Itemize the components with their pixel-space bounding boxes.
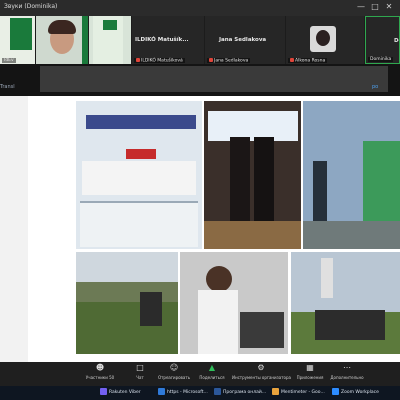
share-toolbar xyxy=(40,66,388,92)
viber-icon xyxy=(100,388,107,395)
pavement xyxy=(303,221,400,249)
participant-name: Jana Sedlakova xyxy=(207,57,251,63)
participant-display-name: Jana Sedlakova xyxy=(219,37,267,43)
participant-name: Alkona Rosna xyxy=(288,57,328,63)
more-icon: ⋯ xyxy=(343,363,351,372)
share-right-label: po xyxy=(372,84,379,90)
hair-shape xyxy=(48,20,76,34)
booth-sign xyxy=(86,115,196,129)
share-icon: ▲ xyxy=(208,363,216,372)
react-icon: ☺ xyxy=(169,363,179,372)
red-sign xyxy=(126,149,156,159)
green-rollup xyxy=(363,141,400,231)
participant-name: Dominika xyxy=(368,57,394,62)
minimize-button[interactable]: — xyxy=(356,2,366,12)
water-tower xyxy=(321,258,333,298)
green-logo xyxy=(103,20,117,30)
participant-display-name: Do xyxy=(394,38,399,44)
floor xyxy=(204,221,301,249)
participant-tile-dominika[interactable]: Do Dominika xyxy=(365,16,400,64)
participant-name: IdEv xyxy=(2,58,16,63)
zoom-icon xyxy=(332,388,339,395)
moss xyxy=(76,302,178,354)
taskbar-item-zoom[interactable]: Zoom Workplace xyxy=(332,387,379,399)
participants-icon: ☻ xyxy=(95,363,105,372)
lab-coat xyxy=(198,290,238,354)
participant-tile[interactable] xyxy=(89,16,131,64)
participant-tile-jana[interactable]: Jana Sedlakova Jana Sedlakova xyxy=(205,16,285,64)
taskbar-item-word[interactable]: Програма онлай... xyxy=(214,387,266,399)
photo-outdoor-stand xyxy=(303,101,400,249)
sky xyxy=(76,252,178,282)
booth-table xyxy=(80,201,198,247)
close-button[interactable]: ✕ xyxy=(384,2,394,12)
green-banner xyxy=(82,16,88,64)
participant-tile-ildiko[interactable]: ILDIKÓ Matušík... ILDIKÓ Matušíková xyxy=(132,16,204,64)
participant-name: ILDIKÓ Matušíková xyxy=(134,57,185,63)
chat-icon: □ xyxy=(136,363,144,372)
taskbar-item-browser[interactable]: https - Microsoft... xyxy=(158,387,208,399)
green-banner xyxy=(10,18,32,50)
backdrop-sign xyxy=(208,111,298,141)
react-button[interactable]: ☺ Отреагировать xyxy=(154,364,194,384)
participant-display-name: ILDIKÓ Matušík... xyxy=(135,37,189,43)
person-kneeling xyxy=(140,292,162,326)
maximize-button[interactable]: □ xyxy=(370,2,380,12)
participant-tile[interactable] xyxy=(36,16,88,64)
photo-lab-student xyxy=(180,252,288,354)
translate-label[interactable]: Transl xyxy=(0,84,28,94)
apps-icon: ▦ xyxy=(306,363,314,372)
person-man xyxy=(313,161,327,221)
share-button[interactable]: ▲ Поделиться xyxy=(192,364,232,384)
mic-muted-icon xyxy=(290,57,294,62)
browser-icon xyxy=(158,388,165,395)
mic-muted-icon xyxy=(209,57,213,62)
window-titlebar: Звуки (Dominika) — □ ✕ xyxy=(0,0,400,16)
host-tools-icon: ⚙ xyxy=(257,363,265,372)
student-head xyxy=(206,266,232,292)
group-of-people xyxy=(315,310,385,340)
soil-sample xyxy=(240,312,284,348)
participant-tile-alkona[interactable]: Alkona Rosna xyxy=(286,16,364,64)
avatar-figure xyxy=(316,30,330,46)
participant-tile[interactable]: IdEv xyxy=(0,16,35,64)
photo-exhibition-booth xyxy=(76,101,202,249)
people-row xyxy=(82,161,196,195)
taskbar-item-viber[interactable]: Rakuten Viber xyxy=(100,387,141,399)
photo-two-women xyxy=(204,101,301,249)
mentimeter-icon xyxy=(272,388,279,395)
taskbar-item-mentimeter[interactable]: Mentimeter - Goo... xyxy=(272,387,325,399)
photo-water-tower xyxy=(291,252,400,354)
window-title: Звуки (Dominika) xyxy=(4,3,58,10)
participants-button[interactable]: ☻ Участники 50 xyxy=(80,364,120,384)
document-margin xyxy=(0,96,28,362)
more-button[interactable]: ⋯ Дополнительно xyxy=(325,364,369,384)
apps-button[interactable]: ▦ Приложения xyxy=(290,364,330,384)
word-icon xyxy=(214,388,221,395)
photo-forest-water xyxy=(76,252,178,354)
mic-muted-icon xyxy=(136,57,140,62)
host-tools-button[interactable]: ⚙ Инструменты организатора xyxy=(232,363,291,384)
